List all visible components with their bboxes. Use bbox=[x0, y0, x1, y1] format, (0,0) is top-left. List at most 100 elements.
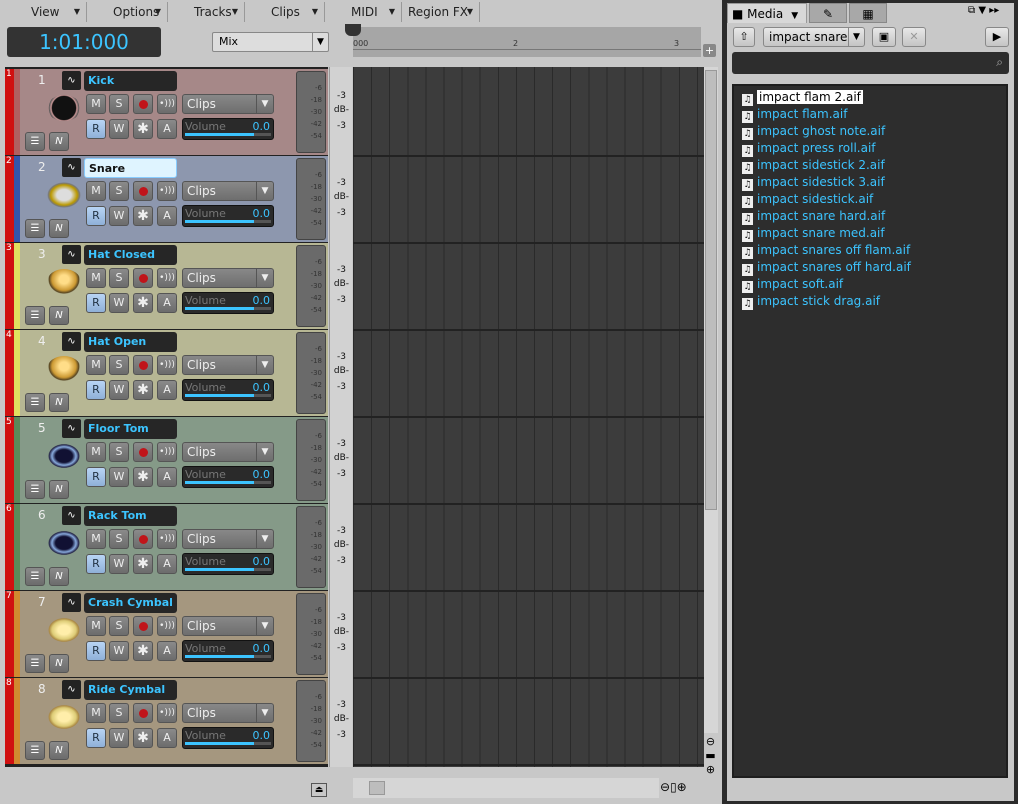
menu-view[interactable]: View ▼ bbox=[5, 2, 87, 22]
archive-button[interactable]: A bbox=[157, 119, 177, 139]
waveform-icon[interactable]: ∿ bbox=[62, 245, 81, 264]
waveform-icon[interactable]: ∿ bbox=[62, 593, 81, 612]
collapse-icon[interactable]: ⏏ bbox=[311, 783, 327, 797]
tab-media[interactable]: ■ Media ▼ bbox=[727, 3, 807, 23]
fx-button[interactable]: ✱ bbox=[133, 467, 153, 487]
eq-icon[interactable]: ☰ bbox=[25, 219, 45, 238]
write-automation-button[interactable]: W bbox=[109, 554, 129, 574]
track[interactable]: 5 5 ∿ Floor Tom M S •))) Clips ▼ R W ✱ A … bbox=[5, 417, 328, 503]
horizontal-zoom-controls[interactable]: ⊖▯⊕ bbox=[660, 780, 687, 794]
read-automation-button[interactable]: R bbox=[86, 206, 106, 226]
track-name-field[interactable]: Hat Closed bbox=[84, 245, 177, 265]
record-arm-button[interactable] bbox=[133, 529, 153, 549]
waveform-icon[interactable]: ∿ bbox=[62, 506, 81, 525]
automation-icon[interactable]: N bbox=[49, 132, 69, 151]
fx-button[interactable]: ✱ bbox=[133, 380, 153, 400]
mute-button[interactable]: M bbox=[86, 616, 106, 636]
file-item[interactable]: ♫ impact sidestick.aif bbox=[742, 191, 873, 208]
archive-button[interactable]: A bbox=[157, 467, 177, 487]
automation-icon[interactable]: N bbox=[49, 654, 69, 673]
input-echo-button[interactable]: •))) bbox=[157, 94, 177, 114]
scroll-thumb[interactable] bbox=[369, 781, 385, 795]
input-echo-button[interactable]: •))) bbox=[157, 268, 177, 288]
read-automation-button[interactable]: R bbox=[86, 641, 106, 661]
track[interactable]: 8 8 ∿ Ride Cymbal M S •))) Clips ▼ R W ✱ … bbox=[5, 678, 328, 764]
volume-slider[interactable]: Volume 0.0 bbox=[182, 118, 274, 140]
menu-options[interactable]: Options ▼ bbox=[87, 2, 168, 22]
track[interactable]: 6 6 ∿ Rack Tom M S •))) Clips ▼ R W ✱ A V… bbox=[5, 504, 328, 590]
read-automation-button[interactable]: R bbox=[86, 554, 106, 574]
eq-icon[interactable]: ☰ bbox=[25, 654, 45, 673]
volume-slider[interactable]: Volume 0.0 bbox=[182, 466, 274, 488]
mute-button[interactable]: M bbox=[86, 94, 106, 114]
track[interactable]: 2 2 ∿ Snare M S •))) Clips ▼ R W ✱ A Volu… bbox=[5, 156, 328, 242]
automation-icon[interactable]: N bbox=[49, 219, 69, 238]
menu-clips[interactable]: Clips ▼ bbox=[245, 2, 325, 22]
panel-options[interactable]: ⧉ ▼ ▸▸ bbox=[968, 5, 999, 16]
automation-icon[interactable]: N bbox=[49, 741, 69, 760]
solo-button[interactable]: S bbox=[109, 268, 129, 288]
file-item[interactable]: ♫ impact snares off hard.aif bbox=[742, 259, 911, 276]
track[interactable]: 1 1 ∿ Kick M S •))) Clips ▼ R W ✱ A Volum… bbox=[5, 69, 328, 155]
input-echo-button[interactable]: •))) bbox=[157, 529, 177, 549]
write-automation-button[interactable]: W bbox=[109, 293, 129, 313]
clips-select[interactable]: Clips ▼ bbox=[182, 703, 274, 723]
add-track-icon[interactable]: + bbox=[703, 44, 716, 57]
eq-icon[interactable]: ☰ bbox=[25, 132, 45, 151]
snare-icon[interactable] bbox=[47, 182, 81, 208]
automation-icon[interactable]: N bbox=[49, 393, 69, 412]
chevron-down-icon[interactable]: ▼ bbox=[978, 5, 986, 16]
archive-button[interactable]: A bbox=[157, 293, 177, 313]
track-name-field[interactable]: Hat Open bbox=[84, 332, 177, 352]
zoom-in-icon[interactable]: ⊕ bbox=[703, 763, 718, 777]
menu-midi[interactable]: MIDI ▼ bbox=[325, 2, 402, 22]
waveform-icon[interactable]: ∿ bbox=[62, 158, 81, 177]
write-automation-button[interactable]: W bbox=[109, 641, 129, 661]
view-select[interactable]: Mix ▼ bbox=[212, 32, 329, 52]
file-item[interactable]: ♫ impact flam 2.aif bbox=[742, 89, 863, 106]
eq-icon[interactable]: ☰ bbox=[25, 567, 45, 586]
fx-button[interactable]: ✱ bbox=[133, 641, 153, 661]
eq-icon[interactable]: ☰ bbox=[25, 306, 45, 325]
input-echo-button[interactable]: •))) bbox=[157, 616, 177, 636]
time-display[interactable]: 1:01:000 bbox=[7, 27, 161, 57]
mute-button[interactable]: M bbox=[86, 355, 106, 375]
track-name-field[interactable]: Kick bbox=[84, 71, 177, 91]
read-automation-button[interactable]: R bbox=[86, 728, 106, 748]
file-item[interactable]: ♫ impact ghost note.aif bbox=[742, 123, 885, 140]
cymbal-icon[interactable] bbox=[47, 617, 81, 643]
volume-slider[interactable]: Volume 0.0 bbox=[182, 292, 274, 314]
file-item[interactable]: ♫ impact snares off flam.aif bbox=[742, 242, 910, 259]
file-item[interactable]: ♫ impact press roll.aif bbox=[742, 140, 876, 157]
file-item[interactable]: ♫ impact soft.aif bbox=[742, 276, 843, 293]
now-marker-icon[interactable] bbox=[345, 24, 361, 36]
track-name-field[interactable]: Snare bbox=[84, 158, 177, 178]
archive-button[interactable]: A bbox=[157, 206, 177, 226]
volume-slider[interactable]: Volume 0.0 bbox=[182, 205, 274, 227]
record-arm-button[interactable] bbox=[133, 181, 153, 201]
vertical-zoom-controls[interactable]: ⊖ ▬ ⊕ bbox=[703, 735, 718, 777]
zoom-in-icon[interactable]: ⊕ bbox=[677, 780, 687, 794]
track[interactable]: 7 7 ∿ Crash Cymbal M S •))) Clips ▼ R W ✱… bbox=[5, 591, 328, 677]
fx-button[interactable]: ✱ bbox=[133, 554, 153, 574]
automation-icon[interactable]: N bbox=[49, 567, 69, 586]
archive-button[interactable]: A bbox=[157, 728, 177, 748]
track[interactable]: 4 4 ∿ Hat Open M S •))) Clips ▼ R W ✱ A V… bbox=[5, 330, 328, 416]
record-arm-button[interactable] bbox=[133, 703, 153, 723]
clips-select[interactable]: Clips ▼ bbox=[182, 529, 274, 549]
solo-button[interactable]: S bbox=[109, 616, 129, 636]
zoom-fit-icon[interactable]: ▬ bbox=[703, 749, 718, 763]
mute-button[interactable]: M bbox=[86, 703, 106, 723]
menu-tracks[interactable]: Tracks ▼ bbox=[168, 2, 245, 22]
read-automation-button[interactable]: R bbox=[86, 119, 106, 139]
hat-icon[interactable] bbox=[47, 356, 81, 382]
chevron-down-icon[interactable]: ▼ bbox=[791, 11, 798, 21]
save-button[interactable]: ▣ bbox=[872, 27, 896, 47]
file-item[interactable]: ♫ impact snare hard.aif bbox=[742, 208, 885, 225]
search-input[interactable]: ⌕ bbox=[732, 52, 1009, 74]
mute-button[interactable]: M bbox=[86, 442, 106, 462]
cymbal-icon[interactable] bbox=[47, 704, 81, 730]
file-item[interactable]: ♫ impact sidestick 3.aif bbox=[742, 174, 885, 191]
input-echo-button[interactable]: •))) bbox=[157, 355, 177, 375]
track-name-field[interactable]: Rack Tom bbox=[84, 506, 177, 526]
